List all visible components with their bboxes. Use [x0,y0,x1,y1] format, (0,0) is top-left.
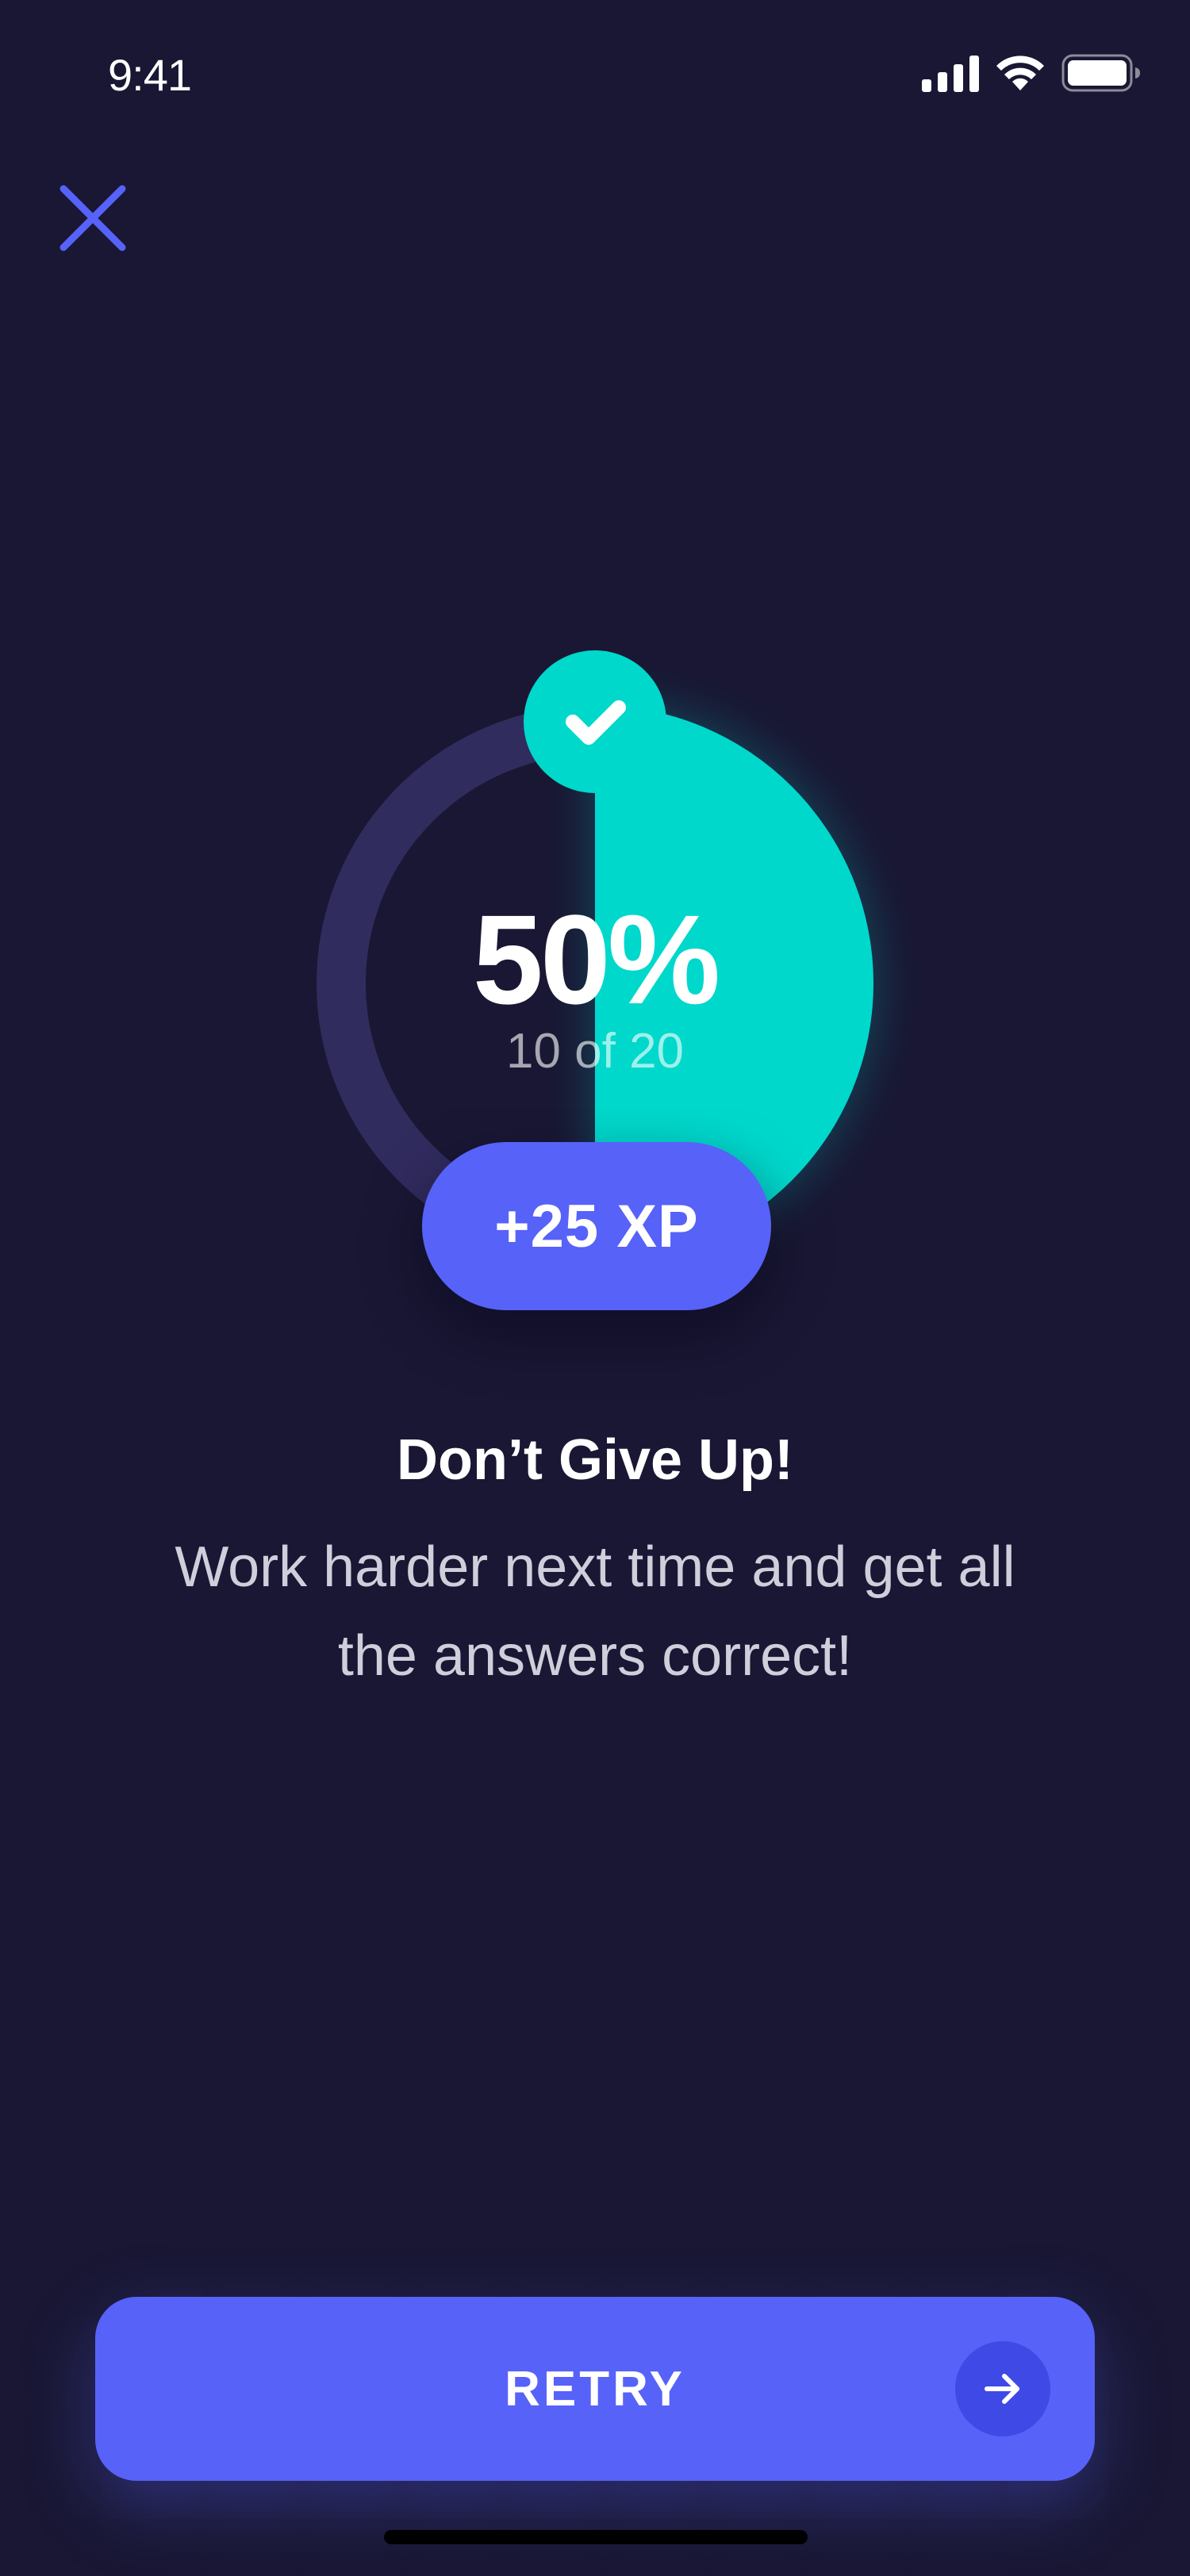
quiz-result-screen: 9:41 50% 10 of 20 +25 XP Don’t Give Up! … [0,0,1190,2576]
xp-label: +25 XP [494,1192,699,1260]
score-percent: 50% [472,888,720,1030]
result-message: Work harder next time and get all the an… [175,1535,1015,1688]
wifi-icon [996,56,1044,90]
arrow-right-icon [955,2341,1050,2436]
check-icon [566,700,626,745]
home-indicator [384,2530,808,2544]
check-badge [524,650,666,793]
close-button[interactable] [57,182,129,254]
status-time: 9:41 [108,50,192,100]
close-icon [60,185,126,251]
retry-label: RETRY [505,2361,685,2417]
status-icons [922,54,1141,92]
score-count: 10 of 20 [505,1024,685,1079]
retry-button[interactable]: RETRY [95,2297,1095,2481]
result-heading: Don’t Give Up! [397,1428,793,1492]
battery-icon [1061,54,1140,92]
cellular-signal-icon [922,56,979,92]
xp-badge: +25 XP [422,1142,771,1310]
